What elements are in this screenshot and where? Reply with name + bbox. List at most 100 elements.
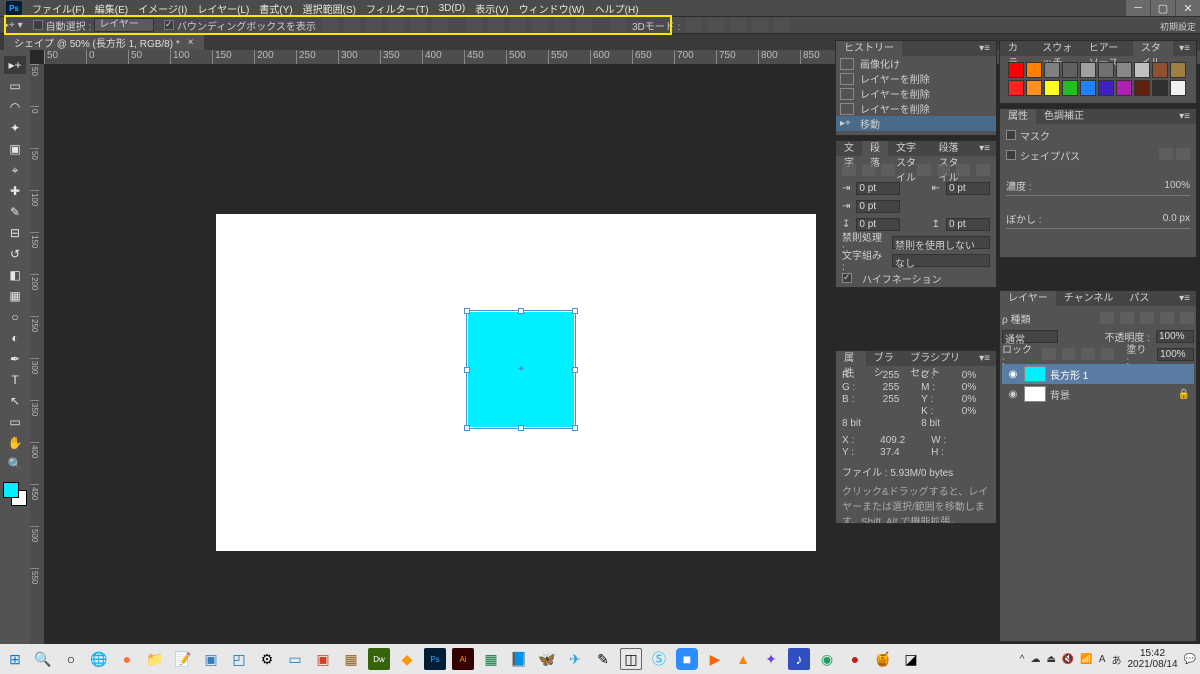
layer-row[interactable]: ◉背景🔒 (1002, 384, 1194, 404)
lock-icon[interactable] (1042, 348, 1056, 360)
char-tab[interactable]: 文字 (836, 141, 862, 156)
distribute-icon[interactable] (466, 18, 482, 32)
3d-icon[interactable] (708, 18, 724, 32)
history-brush-tool[interactable]: ↺ (4, 245, 26, 263)
brushpreset-tab[interactable]: ブラシプリセット (902, 351, 973, 366)
record-icon[interactable]: ● (844, 648, 866, 670)
3d-icon[interactable] (686, 18, 702, 32)
lock-icon[interactable] (1081, 348, 1095, 360)
filter-icon[interactable] (1140, 312, 1154, 324)
history-item[interactable]: レイヤーを削除 (836, 101, 996, 116)
justify-icon[interactable] (917, 164, 931, 176)
filter-icon[interactable] (1120, 312, 1134, 324)
app-icon[interactable]: ◉ (816, 648, 838, 670)
auto-select-dropdown[interactable]: レイヤー (94, 18, 154, 32)
3d-icon[interactable] (730, 18, 746, 32)
lock-icon[interactable] (1062, 348, 1076, 360)
close-button[interactable]: ✕ (1176, 0, 1200, 16)
visibility-icon[interactable]: ◉ (1006, 369, 1020, 380)
app-icon[interactable]: ✎ (592, 648, 614, 670)
workspace-switcher[interactable]: 初期設定 (1160, 20, 1196, 33)
brush-tool[interactable]: ✎ (4, 203, 26, 221)
properties-tab[interactable]: 属性 (1000, 109, 1036, 124)
swatch[interactable] (1134, 80, 1150, 96)
marquee-tool[interactable]: ▭ (4, 77, 26, 95)
handle-w[interactable] (464, 367, 470, 373)
menu-select[interactable]: 選択範囲(S) (303, 1, 356, 16)
menu-edit[interactable]: 編集(E) (95, 1, 128, 16)
swatch[interactable] (1170, 80, 1186, 96)
channels-tab[interactable]: チャンネル (1056, 291, 1122, 306)
swatch[interactable] (1152, 80, 1168, 96)
align-icon[interactable] (322, 18, 338, 32)
history-item-current[interactable]: ▸+移動 (836, 116, 996, 131)
foreground-color[interactable] (3, 482, 19, 498)
indent-right-field[interactable]: 0 pt (946, 182, 990, 195)
app-icon[interactable]: ▣ (312, 648, 334, 670)
swatch[interactable] (1116, 62, 1132, 78)
panel-menu-icon[interactable]: ▾≡ (1173, 109, 1196, 124)
tray-network-icon[interactable]: 📶 (1080, 654, 1092, 665)
history-item[interactable]: レイヤーを削除 (836, 86, 996, 101)
gradient-tool[interactable]: ▦ (4, 287, 26, 305)
panel-menu-icon[interactable]: ▾≡ (1173, 41, 1196, 56)
zoom-tool[interactable]: 🔍 (4, 455, 26, 473)
swatch[interactable] (1008, 62, 1024, 78)
app-icon[interactable]: ▭ (284, 648, 306, 670)
explorer-icon[interactable]: 📁 (144, 648, 166, 670)
wand-tool[interactable]: ✦ (4, 119, 26, 137)
menu-type[interactable]: 書式(Y) (259, 1, 292, 16)
color-tab[interactable]: カラー (1000, 41, 1034, 56)
handle-e[interactable] (572, 367, 578, 373)
sublime-icon[interactable]: ◆ (396, 648, 418, 670)
eraser-tool[interactable]: ◧ (4, 266, 26, 284)
handle-se[interactable] (572, 425, 578, 431)
hand-tool[interactable]: ✋ (4, 434, 26, 452)
tray-eject-icon[interactable]: ⏏ (1046, 654, 1055, 665)
3d-icon[interactable] (752, 18, 768, 32)
app-icon[interactable]: ✦ (760, 648, 782, 670)
distribute-icon[interactable] (532, 18, 548, 32)
swatch[interactable] (1080, 80, 1096, 96)
swatch[interactable] (1008, 80, 1024, 96)
justify-icon[interactable] (976, 164, 990, 176)
visibility-icon[interactable]: ◉ (1006, 389, 1020, 400)
swatch[interactable] (1062, 62, 1078, 78)
menu-image[interactable]: イメージ(I) (138, 1, 187, 16)
adjustments-tab[interactable]: 色調補正 (1036, 109, 1092, 124)
handle-s[interactable] (518, 425, 524, 431)
filter-icon[interactable] (1180, 312, 1194, 324)
illustrator-icon[interactable]: Ai (452, 648, 474, 670)
panel-menu-icon[interactable]: ▾≡ (973, 141, 996, 156)
clone-tab[interactable]: ヒアーソース (1081, 41, 1133, 56)
swatch[interactable] (1026, 62, 1042, 78)
prop-icon[interactable] (1159, 148, 1173, 160)
auto-select-checkbox[interactable] (33, 20, 43, 30)
align-icon[interactable] (432, 18, 448, 32)
taskbar-clock[interactable]: 15:422021/08/14 (1127, 648, 1177, 670)
outlook-icon[interactable]: ◰ (228, 648, 250, 670)
handle-nw[interactable] (464, 308, 470, 314)
align-icon[interactable] (388, 18, 404, 32)
swatch-tab[interactable]: スウォッチ (1034, 41, 1081, 56)
notepad-icon[interactable]: 📝 (172, 648, 194, 670)
stamp-tool[interactable]: ⊟ (4, 224, 26, 242)
cortana-icon[interactable]: ○ (60, 648, 82, 670)
app-icon[interactable]: ✈ (564, 648, 586, 670)
panel-menu-icon[interactable]: ▾≡ (973, 41, 996, 56)
app-icon[interactable]: ◫ (620, 648, 642, 670)
distribute-icon[interactable] (510, 18, 526, 32)
justify-icon[interactable] (937, 164, 951, 176)
swatch[interactable] (1062, 80, 1078, 96)
swatch[interactable] (1044, 80, 1060, 96)
swatch[interactable] (1170, 62, 1186, 78)
zoom-icon[interactable]: ■ (676, 648, 698, 670)
hyphen-checkbox[interactable] (842, 273, 852, 283)
swatch[interactable] (1044, 62, 1060, 78)
color-swatch[interactable] (3, 482, 27, 506)
excel-icon[interactable]: ▦ (480, 648, 502, 670)
mojikumi-dropdown[interactable]: なし (892, 254, 990, 267)
layer-thumbnail[interactable] (1024, 366, 1046, 382)
handle-sw[interactable] (464, 425, 470, 431)
tray-chevron-icon[interactable]: ^ (1020, 654, 1025, 665)
